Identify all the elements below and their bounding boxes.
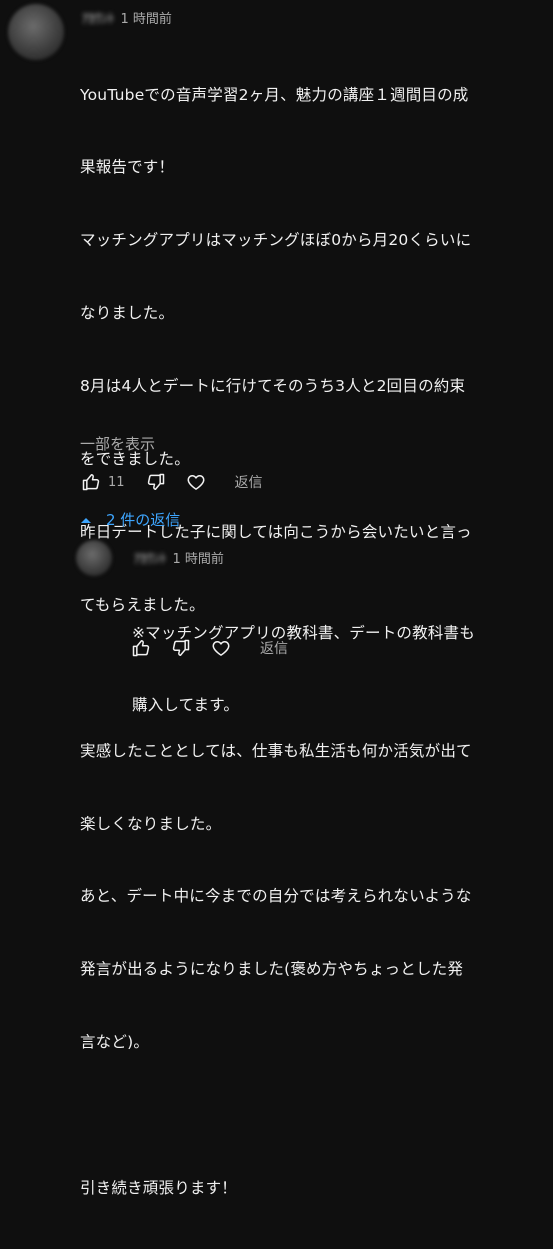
- chevron-up-icon: [81, 517, 91, 523]
- comment-line: 発言が出るようになりました(褒め方やちょっとした発: [80, 960, 464, 979]
- show-more-link[interactable]: 一部を表示: [80, 433, 155, 454]
- reply-button[interactable]: 返信: [235, 472, 263, 492]
- avatar[interactable]: [8, 4, 64, 60]
- replies-toggle-label: 2 件の返信: [106, 511, 181, 529]
- thumbs-down-icon: [172, 639, 190, 656]
- reply-line: 購入してます。: [132, 696, 240, 715]
- comment-line: 引き続き頑張ります！: [80, 1178, 238, 1197]
- reply-author[interactable]: ｱｶｳﾝﾄ: [134, 548, 167, 567]
- dislike-button[interactable]: [145, 471, 167, 493]
- reply-heart-button[interactable]: [210, 637, 232, 659]
- comment-time[interactable]: 1 時間前: [121, 12, 172, 27]
- like-count: 11: [108, 474, 125, 490]
- thumbs-up-icon: [82, 474, 100, 491]
- comment-line: マッチングアプリはマッチングほぼ0から月20くらいに: [80, 231, 472, 250]
- thumbs-down-icon: [147, 473, 164, 490]
- like-button[interactable]: [80, 471, 102, 493]
- replies-toggle[interactable]: 2 件の返信: [80, 509, 180, 530]
- reply-time[interactable]: 1 時間前: [173, 552, 224, 567]
- comment-meta: ｱｶｳﾝﾄ 1 時間前: [82, 8, 172, 27]
- heart-icon: [212, 641, 230, 656]
- comment-line: 8月は4人とデートに行けてそのうち3人と2回目の約束: [80, 377, 466, 396]
- reply-meta: ｱｶｳﾝﾄ 1 時間前: [134, 548, 224, 567]
- comment-line: 言など)。: [80, 1033, 150, 1052]
- comment-actions: 11 返信: [80, 470, 263, 494]
- reply-like-button[interactable]: [130, 637, 152, 659]
- comment-line: YouTubeでの音声学習2ヶ月、魅力の講座１週間目の成: [80, 85, 469, 104]
- heart-button[interactable]: [185, 471, 207, 493]
- comment-line: [80, 1103, 472, 1127]
- comment-line: 楽しくなりました。: [80, 814, 222, 833]
- comment-line: なりました。: [80, 304, 175, 323]
- heart-icon: [187, 475, 204, 490]
- reply-avatar[interactable]: [76, 540, 112, 576]
- reply-body: ※マッチングアプリの教科書、デートの教科書も 購入してます。: [132, 572, 475, 766]
- reply-actions: 返信: [130, 636, 288, 660]
- thumbs-up-icon: [132, 640, 150, 657]
- comment-line: 果報告です！: [80, 158, 175, 177]
- reply-dislike-button[interactable]: [170, 637, 192, 659]
- comment-author[interactable]: ｱｶｳﾝﾄ: [82, 8, 115, 27]
- reply-reply-button[interactable]: 返信: [260, 638, 288, 658]
- comment-line: あと、デート中に今までの自分では考えられないような: [80, 887, 472, 906]
